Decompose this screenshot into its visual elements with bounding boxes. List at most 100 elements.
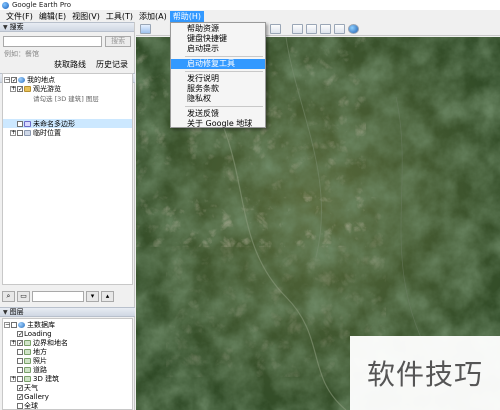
ruler-button[interactable] xyxy=(270,23,281,34)
layer-row[interactable]: 地方 xyxy=(3,347,132,356)
email-button[interactable] xyxy=(292,23,303,34)
menu-separator xyxy=(185,71,263,72)
expand-icon[interactable]: + xyxy=(10,339,16,346)
menu-bar: 文件(F) 编辑(E) 视图(V) 工具(T) 添加(A) 帮助(H) xyxy=(0,10,500,22)
temporary-folder-icon xyxy=(24,129,31,136)
layer-label: 全球 xyxy=(24,401,38,410)
layer-label: Loading xyxy=(24,329,52,338)
get-directions-link[interactable]: 获取路线 xyxy=(54,59,86,70)
view-options-button[interactable]: ▭ xyxy=(17,290,30,302)
sidebar-toggle-button[interactable] xyxy=(140,23,151,34)
search-links: 获取路线 历史记录 xyxy=(0,59,134,70)
layers-panel-title: 图层 xyxy=(9,308,24,316)
keyboard-shortcuts-item[interactable]: 键盘快捷键 xyxy=(171,34,265,44)
layer-row-primary-database[interactable]: − 主数据库 xyxy=(3,320,132,329)
checkbox[interactable]: ✓ xyxy=(17,393,23,400)
search-places-button[interactable]: ⌕ xyxy=(2,290,15,302)
view-in-maps-button[interactable] xyxy=(334,23,345,34)
layers-tree: − 主数据库 ✓ Loading + ✓ 边界和地名 地方 照片 道路 + 3D… xyxy=(2,318,133,410)
checkbox[interactable] xyxy=(17,366,23,373)
checkbox[interactable]: ✓ xyxy=(17,330,23,337)
search-panel-title: 搜索 xyxy=(9,23,24,31)
move-down-button[interactable]: ▾ xyxy=(86,290,99,302)
places-filter-field[interactable] xyxy=(32,290,84,302)
checkbox[interactable]: ✓ xyxy=(11,76,17,83)
expand-icon[interactable]: + xyxy=(10,85,16,92)
search-input[interactable] xyxy=(3,36,103,47)
move-up-button[interactable]: ▴ xyxy=(101,290,114,302)
layer-row[interactable]: ✓ 天气 xyxy=(3,383,132,392)
collapse-icon[interactable]: − xyxy=(4,76,10,83)
print-button[interactable] xyxy=(306,23,317,34)
expand-icon[interactable]: + xyxy=(10,375,16,382)
checkbox[interactable] xyxy=(17,357,23,364)
layers-panel-header[interactable]: ▼ 图层 xyxy=(0,307,135,317)
globe-icon xyxy=(18,321,25,328)
layer-row[interactable]: 道路 xyxy=(3,365,132,374)
history-link[interactable]: 历史记录 xyxy=(96,59,128,70)
layer-label: 天气 xyxy=(24,383,38,392)
layer-label: Gallery xyxy=(24,392,49,401)
google-earth-icon xyxy=(2,1,9,9)
repair-tool-item[interactable]: 启动修复工具 xyxy=(171,59,265,69)
places-icon xyxy=(24,348,31,355)
collapse-triangle-icon[interactable]: ▼ xyxy=(3,24,8,31)
layer-row[interactable]: 照片 xyxy=(3,356,132,365)
tree-row-sightseeing-hint: 请勾选 [3D 建筑] 图层 xyxy=(3,93,132,103)
terms-of-service-item[interactable]: 服务条款 xyxy=(171,84,265,94)
earth-view-button[interactable] xyxy=(348,23,359,34)
title-bar: Google Earth Pro xyxy=(0,0,500,10)
menu-add[interactable]: 添加(A) xyxy=(136,11,170,22)
checkbox[interactable]: ✓ xyxy=(17,384,23,391)
startup-tips-item[interactable]: 启动提示 xyxy=(171,44,265,54)
primary-database-label: 主数据库 xyxy=(27,320,55,329)
layer-row[interactable]: + ✓ 边界和地名 xyxy=(3,338,132,347)
search-example-text: 例如：餐馆 xyxy=(4,50,39,58)
temporary-places-label: 临时位置 xyxy=(33,128,61,137)
menu-separator xyxy=(185,56,263,57)
menu-tools[interactable]: 工具(T) xyxy=(103,11,136,22)
menu-edit[interactable]: 编辑(E) xyxy=(36,11,69,22)
polygon-icon xyxy=(24,120,31,127)
help-resources-item[interactable]: 帮助资源 xyxy=(171,24,265,34)
borders-icon xyxy=(24,339,31,346)
tree-row-temporary-places[interactable]: + 临时位置 xyxy=(3,128,132,137)
folder-icon xyxy=(24,85,31,92)
send-feedback-item[interactable]: 发送反馈 xyxy=(171,109,265,119)
roads-icon xyxy=(24,366,31,373)
checkbox[interactable] xyxy=(17,402,23,409)
checkbox[interactable]: ✓ xyxy=(17,339,23,346)
checkbox[interactable] xyxy=(17,120,23,127)
save-image-button[interactable] xyxy=(320,23,331,34)
tree-row-unnamed-polygon[interactable]: 未命名多边形 xyxy=(3,119,132,128)
tree-row-my-places[interactable]: − ✓ 我的地点 xyxy=(3,75,132,84)
buildings-icon xyxy=(24,375,31,382)
window-title: Google Earth Pro xyxy=(12,1,72,9)
collapse-triangle-icon[interactable]: ▼ xyxy=(3,309,8,316)
expand-icon[interactable]: + xyxy=(10,129,16,136)
menu-view[interactable]: 视图(V) xyxy=(69,11,103,22)
layer-row[interactable]: + 3D 建筑 xyxy=(3,374,132,383)
checkbox[interactable] xyxy=(11,321,17,328)
search-panel-header[interactable]: ▼ 搜索 xyxy=(0,22,134,32)
help-menu: 帮助资源 键盘快捷键 启动提示 启动修复工具 发行说明 服务条款 隐私权 发送反… xyxy=(170,22,266,128)
checkbox[interactable] xyxy=(17,129,23,136)
layer-row[interactable]: ✓ Gallery xyxy=(3,392,132,401)
menu-file[interactable]: 文件(F) xyxy=(3,11,36,22)
photos-icon xyxy=(24,357,31,364)
search-button[interactable]: 搜索 xyxy=(105,36,131,47)
about-google-earth-item[interactable]: 关于 Google 地球 xyxy=(171,119,265,129)
collapse-icon[interactable]: − xyxy=(4,321,10,328)
watermark: 软件技巧 xyxy=(350,336,500,410)
checkbox[interactable] xyxy=(17,348,23,355)
globe-icon xyxy=(18,76,25,83)
search-row: 搜索 xyxy=(0,32,134,49)
layer-row[interactable]: 全球 xyxy=(3,401,132,410)
release-notes-item[interactable]: 发行说明 xyxy=(171,74,265,84)
sightseeing-hint: 请勾选 [3D 建筑] 图层 xyxy=(33,94,99,103)
checkbox[interactable] xyxy=(17,375,23,382)
menu-help[interactable]: 帮助(H) xyxy=(169,10,204,22)
privacy-item[interactable]: 隐私权 xyxy=(171,94,265,104)
checkbox[interactable]: ✓ xyxy=(17,85,23,92)
